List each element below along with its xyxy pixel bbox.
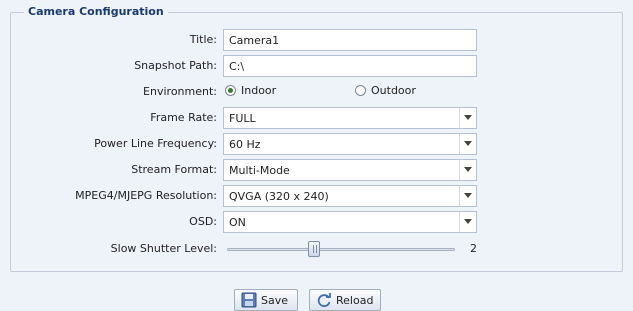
slow-shutter-slider-handle[interactable] bbox=[308, 241, 320, 257]
stream-format-value: Multi-Mode bbox=[229, 164, 290, 177]
stream-format-label: Stream Format: bbox=[131, 163, 217, 176]
title-label: Title: bbox=[189, 33, 217, 46]
reload-label: Reload bbox=[336, 294, 374, 307]
title-input[interactable]: Camera1 bbox=[223, 29, 477, 51]
environment-row: Environment: Indoor Outdoor bbox=[0, 81, 633, 103]
title-row: Title: Camera1 bbox=[0, 29, 633, 51]
radio-selected-icon bbox=[225, 85, 236, 96]
resolution-select[interactable]: QVGA (320 x 240) bbox=[223, 185, 477, 207]
osd-value: ON bbox=[229, 216, 246, 229]
chevron-down-icon[interactable] bbox=[459, 108, 476, 128]
stream-format-row: Stream Format: Multi-Mode bbox=[0, 159, 633, 181]
frame-rate-label: Frame Rate: bbox=[150, 111, 217, 124]
chevron-down-icon[interactable] bbox=[459, 212, 476, 232]
refresh-icon bbox=[316, 292, 332, 311]
slow-shutter-slider-track[interactable] bbox=[227, 248, 455, 251]
power-line-frequency-row: Power Line Frequency: 60 Hz bbox=[0, 133, 633, 155]
osd-row: OSD: ON bbox=[0, 211, 633, 233]
frame-rate-row: Frame Rate: FULL bbox=[0, 107, 633, 129]
stream-format-select[interactable]: Multi-Mode bbox=[223, 159, 477, 181]
title-value: Camera1 bbox=[229, 34, 280, 47]
save-button[interactable]: Save bbox=[234, 289, 298, 311]
environment-label: Environment: bbox=[143, 85, 217, 98]
snapshot-path-value: C:\ bbox=[229, 60, 245, 73]
frame-rate-select[interactable]: FULL bbox=[223, 107, 477, 129]
chevron-down-icon[interactable] bbox=[459, 160, 476, 180]
snapshot-path-row: Snapshot Path: C:\ bbox=[0, 55, 633, 77]
resolution-value: QVGA (320 x 240) bbox=[229, 190, 329, 203]
frame-rate-value: FULL bbox=[229, 112, 256, 125]
resolution-row: MPEG4/MJEPG Resolution: QVGA (320 x 240) bbox=[0, 185, 633, 207]
resolution-label: MPEG4/MJEPG Resolution: bbox=[75, 189, 217, 202]
slow-shutter-value: 2 bbox=[470, 242, 477, 255]
radio-unselected-icon bbox=[355, 85, 366, 96]
osd-select[interactable]: ON bbox=[223, 211, 477, 233]
snapshot-path-label: Snapshot Path: bbox=[134, 59, 217, 72]
power-line-frequency-select[interactable]: 60 Hz bbox=[223, 133, 477, 155]
chevron-down-icon[interactable] bbox=[459, 134, 476, 154]
snapshot-path-input[interactable]: C:\ bbox=[223, 55, 477, 77]
reload-button[interactable]: Reload bbox=[309, 289, 381, 311]
slow-shutter-label: Slow Shutter Level: bbox=[110, 242, 217, 255]
save-label: Save bbox=[261, 294, 289, 307]
power-line-frequency-label: Power Line Frequency: bbox=[94, 137, 217, 150]
section-legend: Camera Configuration bbox=[24, 5, 168, 18]
chevron-down-icon[interactable] bbox=[459, 186, 476, 206]
osd-label: OSD: bbox=[189, 215, 217, 228]
floppy-disk-icon bbox=[241, 292, 257, 311]
indoor-label: Indoor bbox=[241, 84, 277, 97]
outdoor-label: Outdoor bbox=[371, 84, 416, 97]
slow-shutter-row: Slow Shutter Level: 2 bbox=[0, 238, 633, 260]
power-line-frequency-value: 60 Hz bbox=[229, 138, 261, 151]
